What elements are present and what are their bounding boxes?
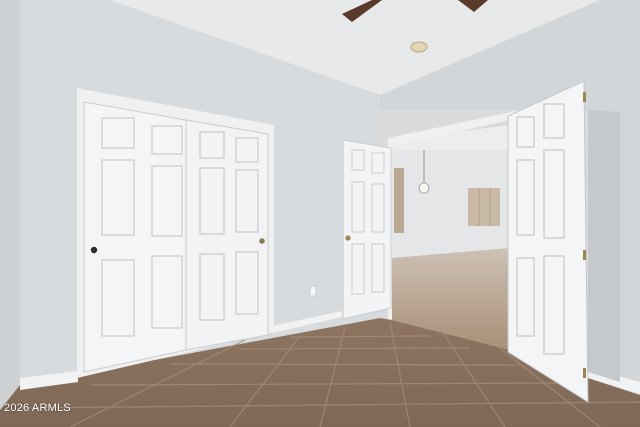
closet-knob-left bbox=[90, 246, 98, 254]
closet-door-left bbox=[83, 101, 187, 373]
smoke-detector bbox=[410, 41, 428, 53]
hall-door-left-knob bbox=[345, 235, 351, 241]
room-illustration bbox=[0, 0, 640, 427]
pendant-light bbox=[418, 182, 430, 194]
watermark-text: 2026 ARMLS bbox=[4, 402, 71, 414]
closet-knob-right bbox=[259, 238, 265, 244]
room-photo: 2026 ARMLS bbox=[0, 0, 640, 427]
hallway-window bbox=[468, 188, 500, 226]
door-shadow bbox=[588, 110, 620, 382]
wall-outlet bbox=[309, 285, 317, 297]
closet-door-right bbox=[185, 119, 269, 351]
left-wall bbox=[0, 0, 20, 410]
hallway-side-window bbox=[394, 168, 404, 233]
